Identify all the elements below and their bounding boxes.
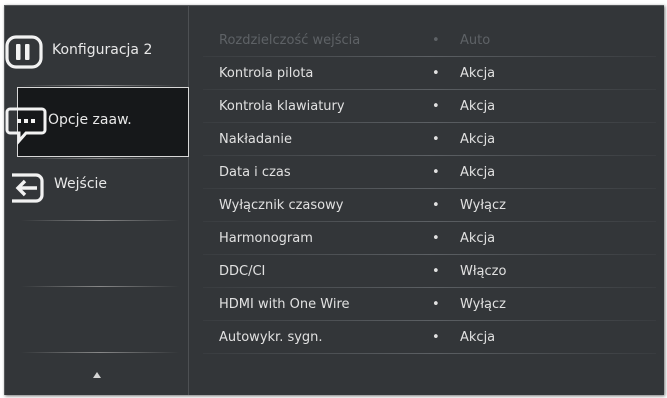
setting-row-autowykr-sygn[interactable]: Autowykr. sygn. • Akcja (189, 321, 664, 354)
setting-name: Kontrola pilota (219, 66, 314, 81)
setting-row-nakladanie[interactable]: Nakładanie • Akcja (189, 123, 664, 156)
setting-value: Wyłącz (460, 297, 506, 312)
setting-value: Wyłącz (460, 198, 506, 213)
bullet-icon: • (432, 132, 440, 147)
setting-name: Nakładanie (219, 132, 292, 147)
setting-name: Wyłącznik czasowy (219, 198, 344, 213)
setting-name: HDMI with One Wire (219, 297, 350, 312)
row-divider (203, 353, 656, 354)
triangle-up-icon[interactable] (93, 372, 101, 378)
setting-row-harmonogram[interactable]: Harmonogram • Akcja (189, 222, 664, 255)
bullet-icon: • (432, 66, 440, 81)
setting-row-hdmi-with-one-wire[interactable]: HDMI with One Wire • Wyłącz (189, 288, 664, 321)
bullet-icon: • (432, 165, 440, 180)
setting-value: Akcja (460, 66, 496, 81)
input-icon (5, 168, 49, 212)
setting-value: Auto (460, 33, 491, 48)
setting-row-wylacznik-czasowy[interactable]: Wyłącznik czasowy • Wyłącz (189, 189, 664, 222)
sidebar-item-label: Opcje zaaw. (48, 112, 132, 128)
setting-value: Włączo (460, 264, 507, 279)
bullet-icon: • (432, 231, 440, 246)
setting-name: Rozdzielczość wejścia (219, 33, 361, 48)
setting-name: Data i czas (219, 165, 291, 180)
setting-name: Harmonogram (219, 231, 313, 246)
sidebar-item-opcje-zaaw[interactable]: Opcje zaaw. (5, 87, 189, 157)
sidebar: Konfiguracja 2 Opcje zaaw. Wejście (5, 6, 189, 395)
bullet-icon: • (432, 198, 440, 213)
setting-row-ddc-ci[interactable]: DDC/CI • Włączo (189, 255, 664, 288)
setting-row-rozdzielczosc-wejscia: Rozdzielczość wejścia • Auto (189, 24, 664, 57)
divider (21, 286, 179, 287)
divider (21, 352, 179, 353)
setting-row-data-i-czas[interactable]: Data i czas • Akcja (189, 156, 664, 189)
setting-value: Akcja (460, 99, 496, 114)
setting-row-kontrola-pilota[interactable]: Kontrola pilota • Akcja (189, 57, 664, 90)
setting-row-kontrola-klawiatury[interactable]: Kontrola klawiatury • Akcja (189, 90, 664, 123)
bullet-icon: • (432, 297, 440, 312)
bullet-icon: • (432, 33, 440, 48)
setting-name: DDC/CI (219, 264, 266, 279)
bullet-icon: • (432, 264, 440, 279)
divider (21, 85, 179, 86)
setting-value: Akcja (460, 330, 496, 345)
sidebar-item-label: Konfiguracja 2 (52, 42, 153, 58)
setting-value: Akcja (460, 231, 496, 246)
setting-value: Akcja (460, 132, 496, 147)
advanced-options-icon (5, 101, 48, 149)
setting-value: Akcja (460, 165, 496, 180)
sidebar-item-label: Wejście (54, 176, 108, 192)
setting-name: Autowykr. sygn. (219, 330, 323, 345)
setting-name: Kontrola klawiatury (219, 99, 345, 114)
configuration-icon (5, 33, 45, 75)
divider (21, 220, 179, 221)
sidebar-item-wejscie[interactable]: Wejście (5, 154, 188, 220)
bullet-icon: • (432, 330, 440, 345)
sidebar-item-konfiguracja-2[interactable]: Konfiguracja 2 (5, 20, 188, 86)
osd-menu: Konfiguracja 2 Opcje zaaw. Wejście Rozdz… (4, 5, 664, 395)
settings-panel: Rozdzielczość wejścia • Auto Kontrola pi… (189, 6, 664, 395)
bullet-icon: • (432, 99, 440, 114)
